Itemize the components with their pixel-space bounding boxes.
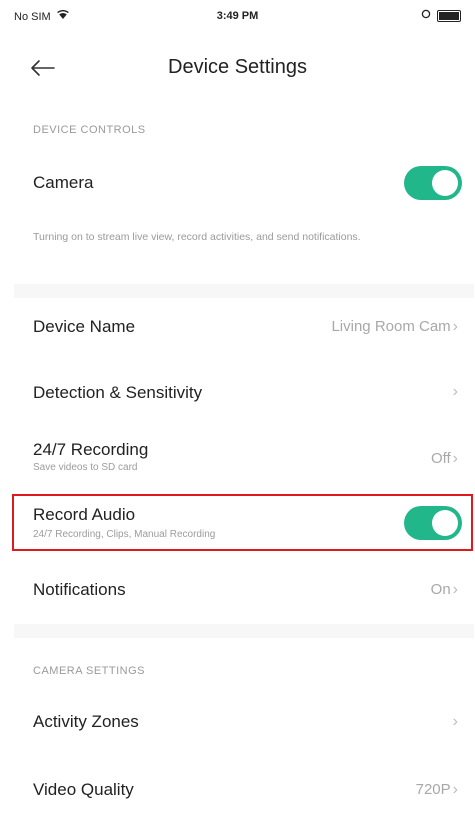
device-name-label: Device Name bbox=[33, 317, 136, 336]
record-audio-row: Record Audio 24/7 Recording, Clips, Manu… bbox=[14, 497, 474, 549]
chevron-right-icon: › bbox=[452, 781, 458, 798]
video-quality-label: Video Quality bbox=[33, 780, 134, 799]
chevron-right-icon: › bbox=[452, 581, 458, 598]
detection-label: Detection & Sensitivity bbox=[33, 383, 203, 402]
camera-description: Turning on to stream live view, record a… bbox=[33, 231, 361, 243]
section-header-device-controls: DEVICE CONTROLS bbox=[33, 124, 146, 136]
camera-label: Camera bbox=[33, 173, 94, 192]
chevron-right-icon: › bbox=[452, 383, 458, 400]
record-audio-label: Record Audio bbox=[33, 505, 136, 524]
record-audio-subtitle: 24/7 Recording, Clips, Manual Recording bbox=[33, 529, 216, 540]
page-title: Device Settings bbox=[168, 56, 307, 78]
status-time: 3:49 PM bbox=[216, 10, 259, 22]
video-quality-value: 720P › bbox=[415, 781, 458, 798]
detection-row[interactable]: Detection & Sensitivity › bbox=[14, 371, 474, 411]
section-divider bbox=[14, 284, 474, 298]
record-audio-toggle[interactable] bbox=[404, 506, 462, 540]
recording-value: Off › bbox=[430, 450, 458, 467]
nav-bar: Device Settings bbox=[0, 40, 475, 96]
video-quality-row[interactable]: Video Quality 720P › bbox=[14, 770, 474, 810]
notifications-value: On › bbox=[430, 581, 458, 598]
activity-zones-label: Activity Zones bbox=[33, 712, 139, 731]
recording-subtitle: Save videos to SD card bbox=[33, 462, 138, 473]
camera-toggle[interactable] bbox=[404, 166, 462, 200]
recording-label: 24/7 Recording bbox=[33, 440, 149, 459]
activity-zones-row[interactable]: Activity Zones › bbox=[14, 702, 474, 742]
detection-chevron: › bbox=[451, 383, 458, 401]
chevron-right-icon: › bbox=[452, 318, 458, 335]
chevron-right-icon: › bbox=[452, 450, 458, 467]
notifications-label: Notifications bbox=[33, 580, 126, 599]
notifications-row[interactable]: Notifications On › bbox=[14, 568, 474, 608]
camera-row: Camera bbox=[14, 163, 474, 203]
device-name-value: Living Room Cam › bbox=[331, 318, 458, 335]
section-divider bbox=[14, 624, 474, 638]
toggle-knob bbox=[432, 170, 458, 196]
device-name-row[interactable]: Device Name Living Room Cam › bbox=[14, 306, 474, 346]
device-settings-screen: No SIM 3:49 PM Device Settings DEVICE CO… bbox=[0, 0, 475, 817]
recording-row[interactable]: 24/7 Recording Save videos to SD card Of… bbox=[14, 436, 474, 480]
chevron-right-icon: › bbox=[452, 713, 458, 730]
activity-zones-chevron: › bbox=[451, 713, 458, 731]
section-header-camera-settings: CAMERA SETTINGS bbox=[33, 665, 146, 677]
toggle-knob bbox=[432, 510, 458, 536]
status-right bbox=[421, 9, 461, 22]
status-bar: No SIM 3:49 PM bbox=[0, 0, 475, 28]
alarm-icon bbox=[421, 9, 431, 22]
battery-icon bbox=[437, 9, 461, 22]
